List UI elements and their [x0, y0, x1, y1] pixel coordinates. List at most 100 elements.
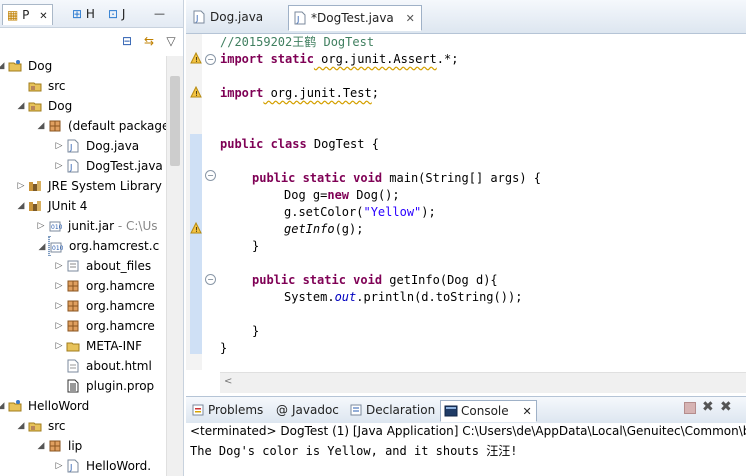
tree-item-label: plugin.prop — [86, 379, 155, 393]
java-file-icon: J — [193, 10, 205, 24]
svg-text:!: ! — [195, 56, 198, 64]
package-explorer-panel: ▦ P ✕ ⊞ H ⊡ J — ⊟ ⇆ ▽ ◢Dogsrc◢Dog◢(defau… — [0, 0, 184, 476]
tab-problems[interactable]: Problems — [188, 400, 263, 420]
collapsed-arrow-icon[interactable]: ▷ — [54, 316, 64, 336]
console-toolbar: ✖ ✖ — [676, 399, 746, 419]
jar-icon: 010 — [48, 219, 63, 233]
remove-launch-icon[interactable]: ✖ — [702, 399, 714, 415]
tree-item-label: JRE System Library — [48, 179, 162, 193]
code-line-class: public class DogTest { — [220, 137, 379, 151]
fold-toggle-icon[interactable]: − — [205, 274, 216, 285]
package-icon — [48, 119, 62, 133]
editor-horizontal-scrollbar[interactable]: < — [220, 372, 746, 393]
tree-item-label: Dog — [48, 99, 73, 113]
prop-file-icon — [66, 379, 80, 393]
tree-item-label: src — [48, 419, 66, 433]
close-icon[interactable]: ✕ — [39, 11, 47, 22]
code-line-comment: //20159202王鹤 DogTest — [220, 35, 375, 49]
tree-item-label: src — [48, 79, 66, 93]
tree-item-label: about_files — [86, 259, 152, 273]
javadoc-icon: @ — [276, 403, 288, 417]
collapsed-arrow-icon[interactable]: ▷ — [54, 456, 64, 476]
tab-console[interactable]: Console ✕ — [440, 400, 537, 422]
editor-tabbar: J Dog.java J *DogTest.java ✕ — [186, 0, 746, 34]
terminate-icon[interactable] — [684, 402, 696, 414]
tab-hierarchy[interactable]: ⊞ H — [72, 4, 95, 24]
code-line-class-end: } — [220, 341, 228, 355]
expanded-arrow-icon[interactable]: ◢ — [16, 416, 26, 436]
code-line-import-assert: import static org.junit.Assert.*; — [220, 52, 459, 66]
code-line-brace: } — [252, 324, 260, 338]
tab-dogtest-java[interactable]: J *DogTest.java ✕ — [288, 5, 422, 31]
expanded-arrow-icon[interactable]: ◢ — [16, 96, 26, 116]
svg-text:J: J — [69, 463, 72, 472]
collapsed-arrow-icon[interactable]: ▷ — [54, 296, 64, 316]
warning-icon[interactable]: ! — [190, 86, 202, 98]
problems-icon — [192, 404, 204, 416]
console-status: <terminated> DogTest (1) [Java Applicati… — [190, 424, 746, 438]
code-line-brace: } — [252, 239, 260, 253]
svg-text:J: J — [69, 143, 72, 152]
package-icon — [66, 319, 80, 333]
scrollbar-thumb[interactable] — [170, 76, 180, 166]
library-icon — [28, 199, 42, 213]
tab-javadoc[interactable]: @ Javadoc — [272, 400, 339, 420]
collapsed-arrow-icon[interactable]: ▷ — [54, 156, 64, 176]
expanded-arrow-icon[interactable]: ◢ — [37, 237, 47, 257]
expanded-arrow-icon[interactable]: ◢ — [0, 396, 6, 416]
expanded-arrow-icon[interactable]: ◢ — [36, 116, 46, 136]
tab-dog-java[interactable]: J Dog.java — [188, 5, 269, 29]
console-icon — [444, 405, 458, 417]
package-icon — [48, 439, 62, 453]
remove-all-icon[interactable]: ✖ — [720, 399, 732, 415]
source-code[interactable]: //20159202王鹤 DogTest import static org.j… — [220, 34, 744, 364]
src-folder-icon — [28, 99, 42, 113]
declaration-icon — [350, 404, 362, 416]
java-file-icon: J — [294, 11, 306, 25]
tab-package-explorer[interactable]: ▦ P ✕ — [2, 4, 53, 25]
collapsed-arrow-icon[interactable]: ▷ — [54, 276, 64, 296]
tree-item-label: org.hamcrest.c — [69, 239, 160, 253]
collapsed-arrow-icon[interactable]: ▷ — [54, 336, 64, 356]
tree-item-label: (default package) — [68, 119, 175, 133]
left-panel-tabbar: ▦ P ✕ ⊞ H ⊡ J — — [0, 0, 183, 28]
collapsed-arrow-icon[interactable]: ▷ — [54, 256, 64, 276]
collapsed-arrow-icon[interactable]: ▷ — [16, 176, 26, 196]
collapsed-arrow-icon[interactable]: ▷ — [36, 216, 46, 236]
link-editor-icon[interactable]: ⇆ — [142, 34, 156, 48]
tree-item-label: org.hamcre — [86, 299, 155, 313]
tab-declaration[interactable]: Declaration — [346, 400, 435, 420]
console-view[interactable]: <terminated> DogTest (1) [Java Applicati… — [186, 423, 746, 476]
close-icon[interactable]: ✕ — [522, 405, 531, 418]
tree-item-label: lip — [68, 439, 83, 453]
collapse-all-icon[interactable]: ⊟ — [120, 34, 134, 48]
fold-toggle-icon[interactable]: − — [205, 170, 216, 181]
svg-text:010: 010 — [52, 245, 63, 252]
console-output[interactable]: The Dog's color is Yellow, and it shouts… — [190, 442, 517, 459]
tree-item-label: JUnit 4 — [48, 199, 88, 213]
tree-item-label: about.html — [86, 359, 152, 373]
tree-scrollbar[interactable] — [166, 56, 183, 476]
code-line-set-color: g.setColor("Yellow"); — [284, 205, 436, 219]
fold-toggle-icon[interactable]: − — [205, 54, 216, 65]
svg-text:010: 010 — [51, 224, 62, 231]
expanded-arrow-icon[interactable]: ◢ — [16, 196, 26, 216]
warning-icon[interactable]: ! — [190, 52, 202, 64]
tree-item-label: org.hamcre — [86, 319, 155, 333]
expanded-arrow-icon[interactable]: ◢ — [36, 436, 46, 456]
folder-icon — [66, 339, 80, 353]
minimize-icon[interactable]: — — [154, 4, 165, 24]
tree-item-label: Dog.java — [86, 139, 140, 153]
warning-icon[interactable]: ! — [190, 222, 202, 234]
expanded-arrow-icon[interactable]: ◢ — [0, 56, 6, 76]
java-file-icon: J — [66, 459, 80, 473]
tab-junit[interactable]: ⊡ J — [108, 4, 125, 24]
scroll-left-icon[interactable]: < — [224, 376, 232, 387]
tree-item[interactable]: ◢ 010 org.hamcrest.c — [39, 236, 159, 256]
close-icon[interactable]: ✕ — [406, 12, 415, 25]
tree-item-label: DogTest.java — [86, 159, 163, 173]
view-menu-icon[interactable]: ▽ — [164, 34, 178, 48]
tree-item-label: junit.jar - C:\Us — [68, 219, 158, 233]
collapsed-arrow-icon[interactable]: ▷ — [54, 136, 64, 156]
code-line-getinfo-call: getInfo(g); — [284, 222, 364, 236]
